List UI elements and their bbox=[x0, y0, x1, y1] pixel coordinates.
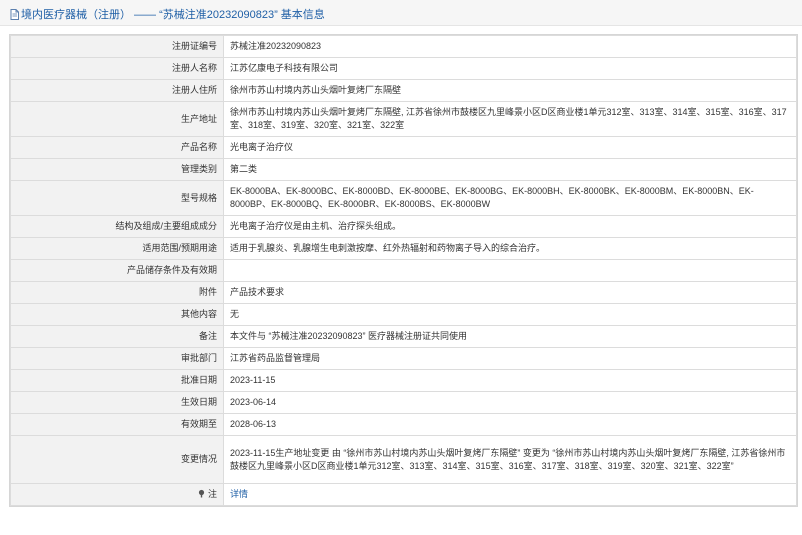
detail-row: 适用范围/预期用途 适用于乳腺炎、乳腺增生电刺激按摩、红外热辐射和药物离子导入的综… bbox=[10, 237, 797, 260]
page-header: 境内医疗器械（注册） —— “苏械注准20232090823” 基本信息 bbox=[0, 0, 802, 26]
row-value: 江苏亿康电子科技有限公司 bbox=[223, 57, 797, 80]
detail-row: 注册人住所 徐州市苏山村境内苏山头烟叶复烤厂东隔壁 bbox=[10, 79, 797, 102]
detail-row: 型号规格 EK-8000BA、EK-8000BC、EK-8000BD、EK-800… bbox=[10, 180, 797, 216]
detail-row: 附件 产品技术要求 bbox=[10, 281, 797, 304]
row-label: 产品名称 bbox=[10, 136, 224, 159]
row-value: 第二类 bbox=[223, 158, 797, 181]
detail-row: 管理类别 第二类 bbox=[10, 158, 797, 181]
detail-row: 产品名称 光电离子治疗仪 bbox=[10, 136, 797, 159]
detail-row: 其他内容无 bbox=[10, 303, 797, 326]
page-title-text: 境内医疗器械（注册） —— “苏械注准20232090823” 基本信息 bbox=[21, 9, 325, 21]
row-value: 苏械注准20232090823 bbox=[223, 35, 797, 58]
detail-row: 生产地址 徐州市苏山村境内苏山头烟叶复烤厂东隔壁, 江苏省徐州市鼓楼区九里峰景小区… bbox=[10, 101, 797, 137]
row-value: 2023-11-15生产地址变更 由 “徐州市苏山村境内苏山头烟叶复烤厂东隔壁”… bbox=[223, 435, 797, 484]
detail-row: 生效日期 2023-06-14 bbox=[10, 391, 797, 414]
detail-row: 结构及组成/主要组成成分 光电离子治疗仪是由主机、治疗探头组成。 bbox=[10, 215, 797, 238]
row-value: 江苏省药品监督管理局 bbox=[223, 347, 797, 370]
row-label: 批准日期 bbox=[10, 369, 224, 392]
row-label: 管理类别 bbox=[10, 158, 224, 181]
note-value: 详情 bbox=[223, 483, 797, 506]
detail-row: 备注 本文件与 “苏械注准20232090823” 医疗器械注册证共同使用 bbox=[10, 325, 797, 348]
detail-row: 变更情况 2023-11-15生产地址变更 由 “徐州市苏山村境内苏山头烟叶复烤厂… bbox=[10, 435, 797, 484]
row-value: 产品技术要求 bbox=[223, 281, 797, 304]
row-value: 2023-11-15 bbox=[223, 369, 797, 392]
row-value: 光电离子治疗仪是由主机、治疗探头组成。 bbox=[223, 215, 797, 238]
detail-row: 产品储存条件及有效期 bbox=[10, 259, 797, 282]
row-label: 适用范围/预期用途 bbox=[10, 237, 224, 260]
note-label: 注 bbox=[10, 483, 224, 506]
detail-table: 注册证编号 苏械注准20232090823 注册人名称 江苏亿康电子科技有限公司 注册人… bbox=[10, 35, 797, 506]
details-link[interactable]: 详情 bbox=[230, 489, 248, 499]
page-title: 境内医疗器械（注册） —— “苏械注准20232090823” 基本信息 bbox=[10, 6, 325, 22]
row-value: 2028-06-13 bbox=[223, 413, 797, 436]
row-value: 徐州市苏山村境内苏山头烟叶复烤厂东隔壁, 江苏省徐州市鼓楼区九里峰景小区D区商业… bbox=[223, 101, 797, 137]
row-label: 有效期至 bbox=[10, 413, 224, 436]
detail-row: 审批部门 江苏省药品监督管理局 bbox=[10, 347, 797, 370]
row-value: EK-8000BA、EK-8000BC、EK-8000BD、EK-8000BE、… bbox=[223, 180, 797, 216]
row-value bbox=[223, 259, 797, 282]
row-label: 其他内容 bbox=[10, 303, 224, 326]
note-icon bbox=[198, 489, 205, 498]
detail-row: 有效期至 2028-06-13 bbox=[10, 413, 797, 436]
row-label: 结构及组成/主要组成成分 bbox=[10, 215, 224, 238]
row-label: 注册人名称 bbox=[10, 57, 224, 80]
row-label: 备注 bbox=[10, 325, 224, 348]
row-value: 本文件与 “苏械注准20232090823” 医疗器械注册证共同使用 bbox=[223, 325, 797, 348]
row-label: 注册证编号 bbox=[10, 35, 224, 58]
row-label: 生效日期 bbox=[10, 391, 224, 414]
document-icon bbox=[10, 9, 19, 20]
row-label: 产品储存条件及有效期 bbox=[10, 259, 224, 282]
row-label: 注册人住所 bbox=[10, 79, 224, 102]
detail-row: 注册证编号 苏械注准20232090823 bbox=[10, 35, 797, 58]
row-label: 型号规格 bbox=[10, 180, 224, 216]
row-value: 光电离子治疗仪 bbox=[223, 136, 797, 159]
row-value: 无 bbox=[223, 303, 797, 326]
row-value: 适用于乳腺炎、乳腺增生电刺激按摩、红外热辐射和药物离子导入的综合治疗。 bbox=[223, 237, 797, 260]
row-label: 审批部门 bbox=[10, 347, 224, 370]
detail-card: 注册证编号 苏械注准20232090823 注册人名称 江苏亿康电子科技有限公司 注册人… bbox=[9, 34, 798, 507]
detail-row-note: 注 详情 bbox=[10, 483, 797, 506]
row-label: 变更情况 bbox=[10, 435, 224, 484]
row-label: 生产地址 bbox=[10, 101, 224, 137]
row-value: 徐州市苏山村境内苏山头烟叶复烤厂东隔壁 bbox=[223, 79, 797, 102]
note-label-text: 注 bbox=[207, 489, 217, 499]
detail-row: 注册人名称 江苏亿康电子科技有限公司 bbox=[10, 57, 797, 80]
row-value: 2023-06-14 bbox=[223, 391, 797, 414]
detail-row: 批准日期 2023-11-15 bbox=[10, 369, 797, 392]
row-label: 附件 bbox=[10, 281, 224, 304]
